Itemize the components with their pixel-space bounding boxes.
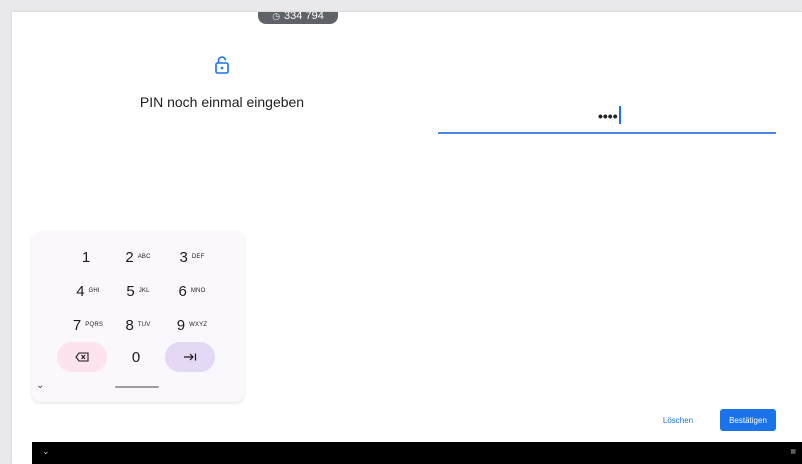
lock-icon: [215, 56, 229, 74]
confirm-button[interactable]: Bestätigen: [720, 409, 776, 431]
chevron-down-icon[interactable]: ⌄: [36, 380, 44, 391]
key-digit: 2: [125, 248, 134, 266]
key-letters: DEF: [191, 254, 205, 260]
key-letters: WXYZ: [189, 322, 208, 328]
key-1[interactable]: 1: [62, 244, 114, 270]
key-digit: 6: [178, 282, 187, 300]
key-letters: GHI: [88, 288, 100, 294]
page: ◷ 334 794 PIN noch einmal eingeben •••• 1…: [0, 0, 802, 464]
key-digit: 4: [76, 282, 85, 300]
key-8[interactable]: 8 TUV: [112, 312, 164, 338]
tablet-screen: ◷ 334 794 PIN noch einmal eingeben •••• 1…: [12, 12, 802, 464]
numeric-keyboard: 1 2 ABC 3 DEF 4 GHI 5 JKL 6 MNO 7 PQRS 8…: [32, 232, 244, 402]
key-letters: PQRS: [85, 322, 104, 328]
pin-masked-value: ••••: [598, 108, 618, 124]
key-digit: 9: [176, 316, 186, 334]
key-2[interactable]: 2 ABC: [112, 244, 164, 270]
pin-input-field[interactable]: ••••: [438, 104, 776, 134]
key-digit: 3: [179, 248, 188, 266]
key-digit: 5: [126, 282, 135, 300]
clock-icon: ◷: [272, 12, 281, 21]
navigation-bar: ⌄ ▦: [32, 442, 802, 464]
key-letters: ABC: [137, 254, 151, 260]
key-3[interactable]: 3 DEF: [166, 244, 218, 270]
key-5[interactable]: 5 JKL: [112, 278, 164, 304]
key-digit: 7: [72, 316, 82, 334]
backspace-key[interactable]: [57, 342, 107, 372]
key-digit: 0: [131, 348, 141, 366]
keyboard-icon[interactable]: ▦: [790, 448, 796, 455]
key-letters: MNO: [190, 288, 206, 294]
tab-next-key[interactable]: [165, 342, 215, 372]
pin-prompt: PIN noch einmal eingeben: [139, 94, 305, 110]
keyboard-handle[interactable]: [115, 386, 159, 388]
tab-next-icon: [184, 353, 197, 361]
key-9[interactable]: 9 WXYZ: [166, 312, 218, 338]
key-digit: 8: [125, 316, 134, 334]
key-letters: JKL: [138, 288, 150, 294]
key-7[interactable]: 7 PQRS: [62, 312, 114, 338]
screen-timer-pill: ◷ 334 794: [258, 12, 338, 24]
clear-button[interactable]: Löschen: [650, 409, 706, 431]
key-digit: 1: [81, 248, 91, 266]
backspace-icon: [75, 352, 89, 362]
key-0[interactable]: 0: [112, 344, 164, 370]
key-4[interactable]: 4 GHI: [62, 278, 114, 304]
timer-text: 334 794: [284, 12, 324, 22]
chevron-down-icon[interactable]: ⌄: [42, 446, 50, 457]
text-caret: [619, 106, 621, 124]
key-6[interactable]: 6 MNO: [166, 278, 218, 304]
key-letters: TUV: [137, 322, 151, 328]
